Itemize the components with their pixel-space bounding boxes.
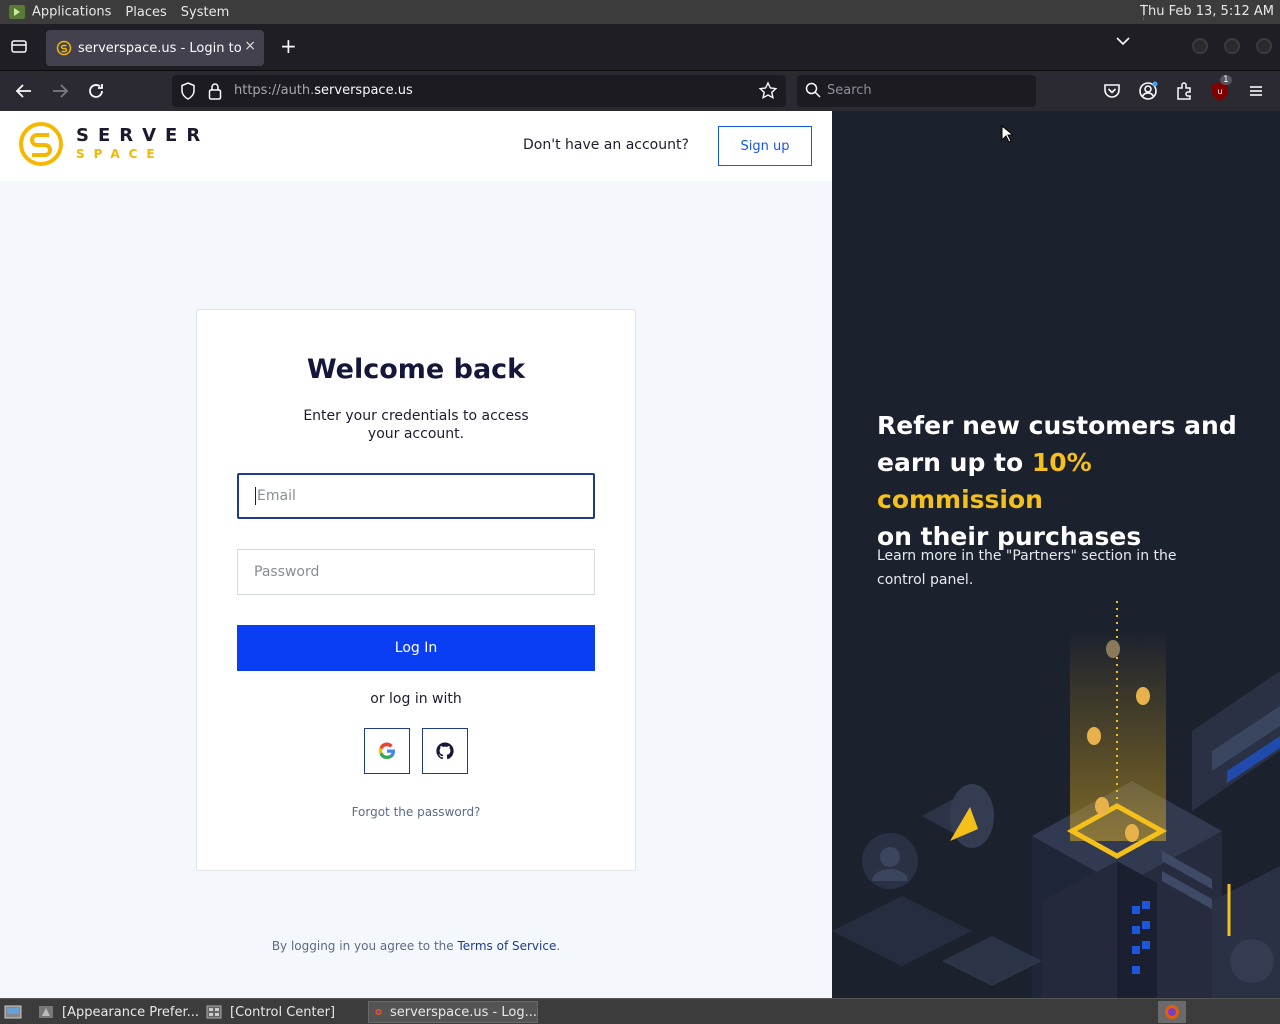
serverspace-favicon-icon xyxy=(56,40,72,56)
email-field[interactable]: Email xyxy=(237,473,595,519)
browser-tab-strip: serverspace.us - Login to co × + xyxy=(0,24,1280,70)
github-login-button[interactable] xyxy=(422,728,468,774)
promo-heading: Refer new customers and earn up to 10% c… xyxy=(877,407,1257,555)
firefox-launcher-icon[interactable] xyxy=(1158,1001,1186,1023)
sign-up-button[interactable]: Sign up xyxy=(718,126,812,166)
places-menu[interactable]: Places xyxy=(125,5,166,20)
tab-title: serverspace.us - Login to co xyxy=(78,40,242,56)
password-placeholder: Password xyxy=(254,564,320,580)
terms-notice: By logging in you agree to the Terms of … xyxy=(0,939,832,953)
new-tab-button[interactable]: + xyxy=(280,34,297,58)
no-account-text: Don't have an account? xyxy=(523,137,689,153)
taskbar-item-label: serverspace.us - Log... xyxy=(389,1004,537,1020)
password-field[interactable]: Password xyxy=(237,549,595,595)
login-subtitle: Enter your credentials to access your ac… xyxy=(303,408,529,442)
url-domain: serverspace.us xyxy=(314,83,413,98)
tab-close-icon[interactable]: × xyxy=(244,38,256,54)
control-center-icon xyxy=(206,1005,222,1019)
taskbar-item-label: [Control Center] xyxy=(230,1004,336,1020)
applications-menu-label: Applications xyxy=(32,4,112,20)
minimize-window-button[interactable] xyxy=(1192,38,1208,54)
mouse-cursor-icon xyxy=(1001,125,1013,143)
login-pane: SERVER SPACE Don't have an account? Sign… xyxy=(0,111,832,998)
extension-badge: 1 xyxy=(1220,75,1232,85)
search-bar[interactable]: Search xyxy=(797,75,1036,107)
promo-pane: Refer new customers and earn up to 10% c… xyxy=(832,111,1280,998)
applications-icon xyxy=(9,5,25,19)
forgot-password-link[interactable]: Forgot the password? xyxy=(197,805,635,819)
back-icon[interactable] xyxy=(12,79,36,103)
page-viewport: SERVER SPACE Don't have an account? Sign… xyxy=(0,111,1280,998)
logo-word-space: SPACE xyxy=(76,147,164,161)
promo-line-1: Refer new customers and xyxy=(877,411,1237,440)
promo-line-2-prefix: earn up to xyxy=(877,448,1032,477)
taskbar-item-control-center[interactable]: [Control Center] xyxy=(200,1001,366,1023)
site-header: SERVER SPACE Don't have an account? Sign… xyxy=(0,111,832,181)
text-caret xyxy=(255,487,256,505)
appearance-preferences-icon xyxy=(39,1006,53,1018)
clock[interactable]: Thu Feb 13, 5:12 AM xyxy=(1140,4,1274,19)
github-icon xyxy=(436,742,454,760)
search-placeholder: Search xyxy=(827,83,872,98)
page-title: Welcome back xyxy=(306,354,526,385)
pocket-icon[interactable] xyxy=(1101,80,1123,102)
terms-suffix: . xyxy=(556,939,561,953)
terms-of-service-link[interactable]: Terms of Service xyxy=(457,939,556,953)
taskbar: [Appearance Prefer... [Control Center] s… xyxy=(0,998,1280,1024)
search-icon xyxy=(805,82,821,98)
forward-icon[interactable] xyxy=(48,79,72,103)
show-desktop-icon[interactable] xyxy=(4,1004,22,1020)
referral-illustration xyxy=(832,601,1280,998)
taskbar-item-label: [Appearance Prefer... xyxy=(62,1004,200,1020)
serverspace-logo[interactable]: SERVER SPACE xyxy=(18,121,209,167)
email-placeholder: Email xyxy=(257,488,296,504)
promo-line-2: earn up to 10% commission xyxy=(877,444,1257,518)
applications-menu[interactable]: Applications xyxy=(8,4,111,20)
reload-icon[interactable] xyxy=(84,79,108,103)
promo-subtext: Learn more in the "Partners" section in … xyxy=(877,548,1177,588)
url-scheme: https://auth. xyxy=(234,83,315,98)
taskbar-item-appearance[interactable]: [Appearance Prefer... xyxy=(32,1001,200,1023)
url-bar[interactable]: https://auth.serverspace.us xyxy=(172,75,786,107)
terms-prefix: By logging in you agree to the xyxy=(271,939,458,953)
list-all-tabs-icon[interactable] xyxy=(1116,36,1130,46)
taskbar-item-firefox[interactable]: serverspace.us - Log... xyxy=(368,1001,538,1023)
account-icon[interactable] xyxy=(1137,80,1159,102)
or-log-in-with-text: or log in with xyxy=(370,691,462,707)
maximize-window-button[interactable] xyxy=(1224,38,1240,54)
lock-icon[interactable] xyxy=(208,82,222,100)
svg-text:u: u xyxy=(1217,87,1222,96)
google-icon xyxy=(378,742,395,760)
browser-tab[interactable]: serverspace.us - Login to co × xyxy=(46,30,264,66)
log-in-button[interactable]: Log In xyxy=(237,625,595,671)
serverspace-logo-icon xyxy=(19,122,63,166)
url-text[interactable]: https://auth.serverspace.us xyxy=(234,83,413,98)
bookmark-star-icon[interactable] xyxy=(758,81,778,101)
firefox-icon xyxy=(375,1008,382,1016)
tab-overview-icon[interactable] xyxy=(10,38,28,54)
extensions-icon[interactable] xyxy=(1173,80,1195,102)
browser-nav-bar: https://auth.serverspace.us Search u 1 xyxy=(0,70,1280,111)
app-menu-icon[interactable] xyxy=(1245,80,1267,102)
system-top-panel: Applications Places System Thu Feb 13, 5… xyxy=(0,0,1280,24)
login-card: Welcome back Enter your credentials to a… xyxy=(196,309,636,871)
close-window-button[interactable] xyxy=(1256,38,1272,54)
tracking-protection-shield-icon[interactable] xyxy=(180,82,196,100)
system-menu[interactable]: System xyxy=(181,5,229,20)
logo-word-server: SERVER xyxy=(76,125,210,146)
google-login-button[interactable] xyxy=(364,728,410,774)
